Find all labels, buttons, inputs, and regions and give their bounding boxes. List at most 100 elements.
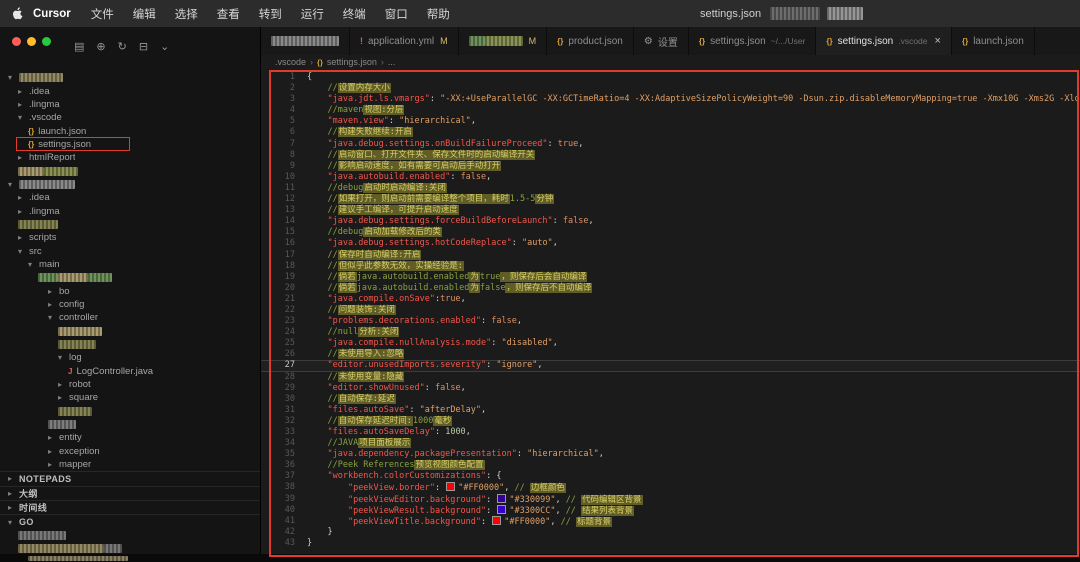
- code-line[interactable]: 29 "editor.showUnused": false,: [261, 383, 1080, 394]
- code-line[interactable]: 13 //建议手工编译，可提升启动速度: [261, 205, 1080, 216]
- tree-item-config-folder[interactable]: ▸ config: [0, 298, 260, 311]
- code-line[interactable]: 25 "java.compile.nullAnalysis.mode": "di…: [261, 338, 1080, 349]
- tree-item-project-root[interactable]: ▾: [0, 71, 260, 84]
- code-line[interactable]: 9 //影响启动速度，如有需要可启动后手动打开: [261, 160, 1080, 172]
- code-line[interactable]: 12 //如果打开，则启动前需要编译整个项目，耗时1.5-5分钟: [261, 194, 1080, 205]
- menu-item-8[interactable]: 窗口: [385, 6, 408, 22]
- code-line[interactable]: 43}: [261, 538, 1080, 549]
- tree-item-redacted-row[interactable]: [0, 542, 260, 554]
- code-line[interactable]: 37 "workbench.colorCustomizations": {: [261, 471, 1080, 482]
- close-icon[interactable]: ×: [935, 36, 941, 47]
- tab-application-yml[interactable]: ! application.yml M: [350, 27, 459, 55]
- code-line[interactable]: 33 "files.autoSaveDelay": 1000,: [261, 427, 1080, 438]
- code-line[interactable]: 16 "java.debug.settings.hotCodeReplace":…: [261, 238, 1080, 249]
- tree-item-go-section[interactable]: ▾ GO: [0, 514, 260, 528]
- code-line[interactable]: 34 //JAVA项目面板展示: [261, 438, 1080, 449]
- code-line[interactable]: 3 "java.jdt.ls.vmargs": "-XX:+UseParalle…: [261, 94, 1080, 105]
- code-line[interactable]: 39 "peekViewEditor.background": "#330099…: [261, 493, 1080, 505]
- tree-item-main-folder[interactable]: ▾ main: [0, 258, 260, 271]
- collapse-folders-icon[interactable]: ⊟: [139, 42, 148, 53]
- minimize-window-button[interactable]: [27, 37, 36, 46]
- breadcrumb-item[interactable]: ...: [388, 57, 396, 67]
- tree-item-idea-folder[interactable]: ▸ .idea: [0, 84, 260, 97]
- code-line[interactable]: 23 "problems.decorations.enabled": false…: [261, 316, 1080, 327]
- tree-item-entity-folder[interactable]: ▸ entity: [0, 431, 260, 444]
- tab-product-json[interactable]: {} product.json: [547, 27, 634, 55]
- code-line[interactable]: 1{: [261, 72, 1080, 83]
- tree-item-settings-json-file[interactable]: {} settings.json: [0, 136, 260, 151]
- zoom-window-button[interactable]: [42, 37, 51, 46]
- code-line[interactable]: 10 "java.autobuild.enabled": false,: [261, 172, 1080, 183]
- tree-item-html-report-folder[interactable]: ▸ htmlReport: [0, 151, 260, 164]
- tree-item-src-folder[interactable]: ▾ src: [0, 244, 260, 257]
- close-window-button[interactable]: [12, 37, 21, 46]
- tree-item-vscode-folder[interactable]: ▾ .vscode: [0, 111, 260, 124]
- code-line[interactable]: 8 //启动窗口、打开文件夹、保存文件时的启动编译开关: [261, 149, 1080, 161]
- code-line[interactable]: 35 "java.dependency.packagePresentation"…: [261, 449, 1080, 460]
- tab-redacted-3[interactable]: M: [458, 27, 548, 55]
- code-line[interactable]: 5 "maven.view": "hierarchical",: [261, 116, 1080, 127]
- tree-item-redacted-row[interactable]: [0, 164, 260, 177]
- tree-item-redacted-row[interactable]: [0, 405, 260, 418]
- tree-item-redacted-row[interactable]: [0, 418, 260, 431]
- tree-item-timeline-section[interactable]: ▸ 时间线: [0, 500, 260, 514]
- tab-settings-ui[interactable]: ⚙ 设置: [633, 27, 689, 55]
- tree-item-lingma-folder[interactable]: ▸ .lingma: [0, 98, 260, 111]
- tree-item-outline-section[interactable]: ▸ 大纲: [0, 485, 260, 500]
- code-line[interactable]: 27 "editor.unusedImports.severity": "ign…: [261, 360, 1080, 372]
- breadcrumb-item[interactable]: .vscode: [275, 57, 306, 67]
- tree-item-notepads-section[interactable]: ▸ NOTEPADS: [0, 471, 260, 485]
- tree-item-log-controller-java-file[interactable]: J LogController.java: [0, 365, 260, 378]
- tree-item-redacted-row[interactable]: [0, 271, 260, 284]
- tree-item-redacted-row[interactable]: [0, 218, 260, 231]
- code-line[interactable]: 40 "peekViewResult.background": "#3300CC…: [261, 504, 1080, 516]
- tab-redacted-1[interactable]: [261, 27, 350, 55]
- code-line[interactable]: 36 //Peek References预览视图颜色配置: [261, 460, 1080, 471]
- menu-item-7[interactable]: 终端: [343, 6, 366, 22]
- apple-icon[interactable]: [12, 7, 23, 20]
- code-line[interactable]: 15 //debug启动加载修改后的类: [261, 227, 1080, 238]
- tab-settings-json-user[interactable]: {} settings.json ~/.../User: [688, 27, 817, 55]
- code-line[interactable]: 24 //null分析:关闭: [261, 327, 1080, 338]
- tree-item-robot-folder[interactable]: ▸ robot: [0, 378, 260, 391]
- code-line[interactable]: 21 "java.compile.onSave":true,: [261, 294, 1080, 305]
- tree-item-bo-folder[interactable]: ▸ bo: [0, 285, 260, 298]
- tree-item-log-folder[interactable]: ▾ log: [0, 351, 260, 364]
- code-line[interactable]: 6 //构建失败继续:开启: [261, 127, 1080, 138]
- code-line[interactable]: 20 //倘若java.autobuild.enabled为false，则保存后…: [261, 282, 1080, 294]
- tree-item-redacted-row[interactable]: [0, 529, 260, 542]
- tree-item-controller-folder[interactable]: ▾ controller: [0, 311, 260, 324]
- tree-item-project-root-2[interactable]: ▾: [0, 178, 260, 191]
- code-line[interactable]: 4 //maven视图:分层: [261, 105, 1080, 116]
- app-name[interactable]: Cursor: [33, 8, 71, 20]
- code-line[interactable]: 2 //设置内存大小: [261, 83, 1080, 94]
- tree-item-idea-folder-2[interactable]: ▸ .idea: [0, 191, 260, 204]
- tree-item-mapper-folder[interactable]: ▸ mapper: [0, 458, 260, 471]
- menu-item-2[interactable]: 编辑: [133, 6, 156, 22]
- breadcrumb-item[interactable]: settings.json: [327, 57, 377, 67]
- code-line[interactable]: 14 "java.debug.settings.forceBuildBefore…: [261, 216, 1080, 227]
- code-line[interactable]: 42 }: [261, 527, 1080, 538]
- code-line[interactable]: 32 //自动保存延迟时间:1000毫秒: [261, 415, 1080, 427]
- new-file-icon[interactable]: ⊕: [96, 42, 105, 53]
- code-line[interactable]: 7 "java.debug.settings.onBuildFailurePro…: [261, 139, 1080, 150]
- code-line[interactable]: 17 //保存时自动编译:开启: [261, 249, 1080, 261]
- tree-item-launch-json-file[interactable]: {} launch.json: [0, 124, 260, 137]
- code-line[interactable]: 31 "files.autoSave": "afterDelay",: [261, 405, 1080, 416]
- code-editor[interactable]: 1{2 //设置内存大小 3 "java.jdt.ls.vmargs": "-XX…: [261, 69, 1080, 554]
- chevron-down-icon[interactable]: ⌄: [160, 42, 169, 53]
- files-icon[interactable]: ▤: [74, 42, 84, 53]
- tree-item-exception-folder[interactable]: ▸ exception: [0, 445, 260, 458]
- tree-item-lingma-folder-2[interactable]: ▸ .lingma: [0, 204, 260, 217]
- tab-settings-json-vscode[interactable]: {} settings.json .vscode ×: [816, 27, 952, 55]
- tree-item-redacted-row[interactable]: [0, 338, 260, 351]
- tree-item-redacted-row[interactable]: [0, 325, 260, 338]
- tree-item-square-folder[interactable]: ▸ square: [0, 391, 260, 404]
- code-line[interactable]: 11 //debug启动时启动编译:关闭: [261, 182, 1080, 194]
- code-line[interactable]: 22 //问题装饰:关闭: [261, 304, 1080, 316]
- code-line[interactable]: 41 "peekViewTitle.background": "#FF0000"…: [261, 515, 1080, 527]
- code-line[interactable]: 26 //未使用导入:忽略: [261, 349, 1080, 360]
- menu-item-5[interactable]: 转到: [259, 6, 282, 22]
- tab-launch-json[interactable]: {} launch.json: [951, 27, 1035, 55]
- menu-item-9[interactable]: 帮助: [427, 6, 450, 22]
